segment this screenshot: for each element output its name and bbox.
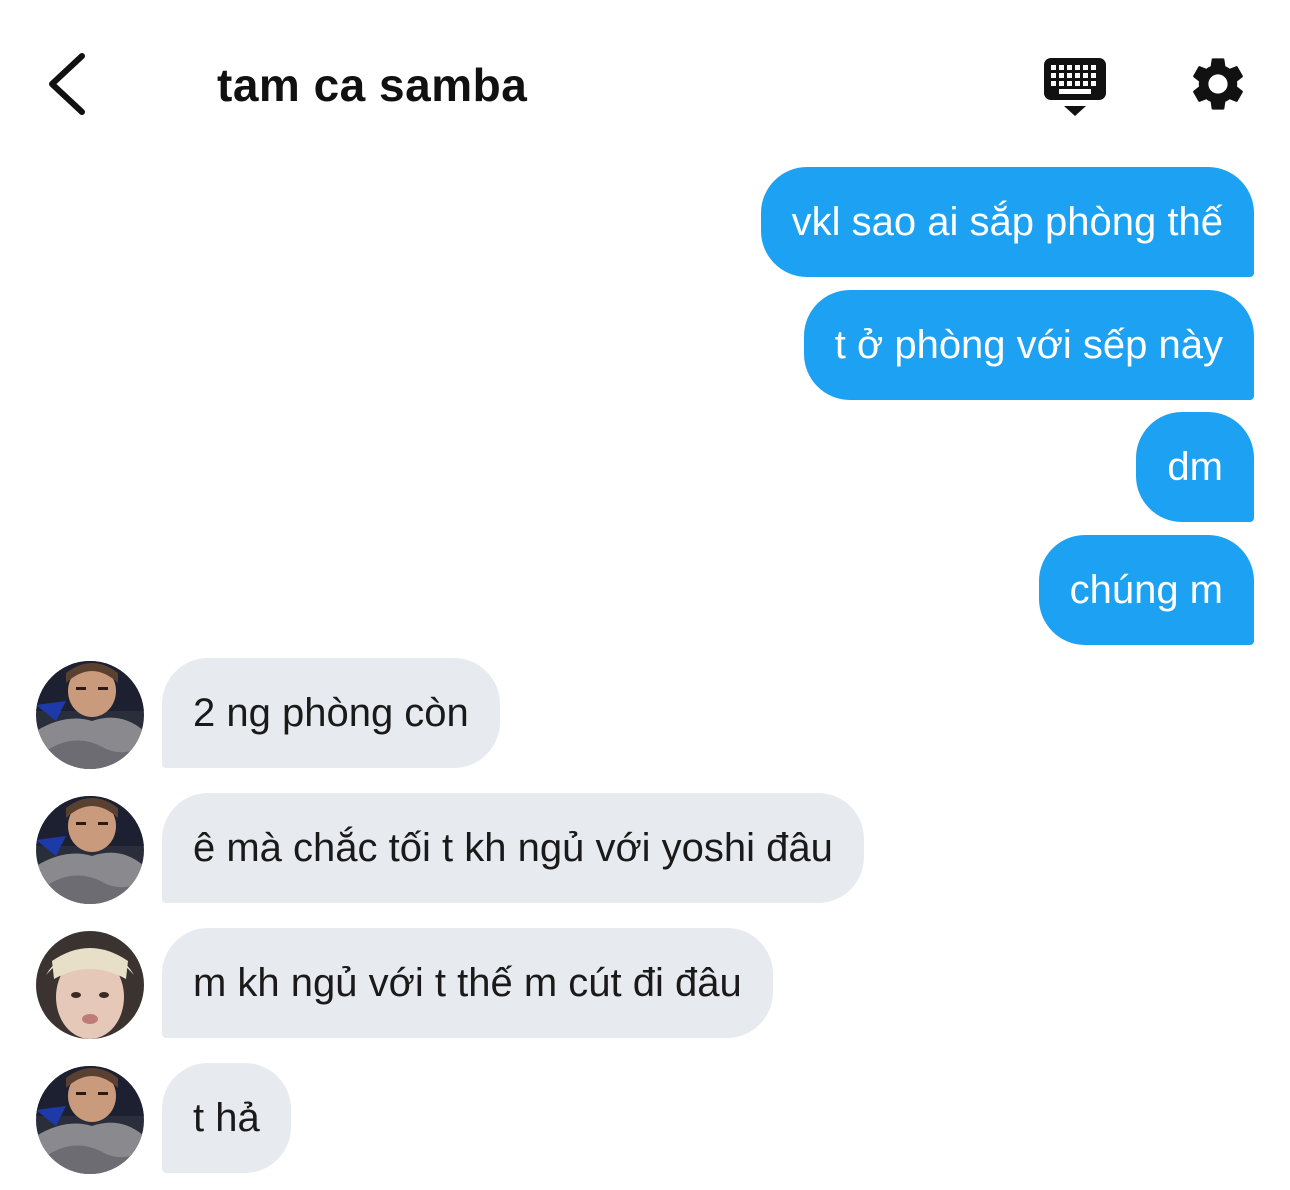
- gear-icon: [1193, 58, 1243, 110]
- avatar[interactable]: [36, 931, 144, 1039]
- outgoing-message[interactable]: vkl sao ai sắp phòng thế: [760, 167, 1254, 277]
- avatar-photo: [36, 1066, 144, 1174]
- avatar[interactable]: [36, 796, 144, 904]
- outgoing-message[interactable]: t ở phòng với sếp này: [803, 290, 1254, 400]
- keyboard-button[interactable]: [1040, 54, 1110, 120]
- avatar-photo: [36, 931, 144, 1039]
- conversation-header: tam ca samba: [0, 0, 1290, 150]
- outgoing-message[interactable]: dm: [1136, 412, 1254, 522]
- avatar-photo: [36, 796, 144, 904]
- incoming-message[interactable]: ê mà chắc tối t kh ngủ với yoshi đâu: [162, 793, 864, 903]
- avatar-photo: [36, 661, 144, 769]
- avatar[interactable]: [36, 661, 144, 769]
- outgoing-message[interactable]: chúng m: [1038, 535, 1254, 645]
- keyboard-icon: [1044, 58, 1106, 116]
- incoming-message[interactable]: t hả: [162, 1063, 291, 1173]
- back-button[interactable]: [38, 48, 94, 120]
- avatar[interactable]: [36, 1066, 144, 1174]
- conversation-title: tam ca samba: [217, 59, 528, 111]
- settings-button[interactable]: [1186, 52, 1250, 116]
- incoming-message[interactable]: m kh ngủ với t thế m cút đi đâu: [162, 928, 773, 1038]
- chevron-left-icon: [49, 53, 85, 115]
- incoming-message[interactable]: 2 ng phòng còn: [162, 658, 500, 768]
